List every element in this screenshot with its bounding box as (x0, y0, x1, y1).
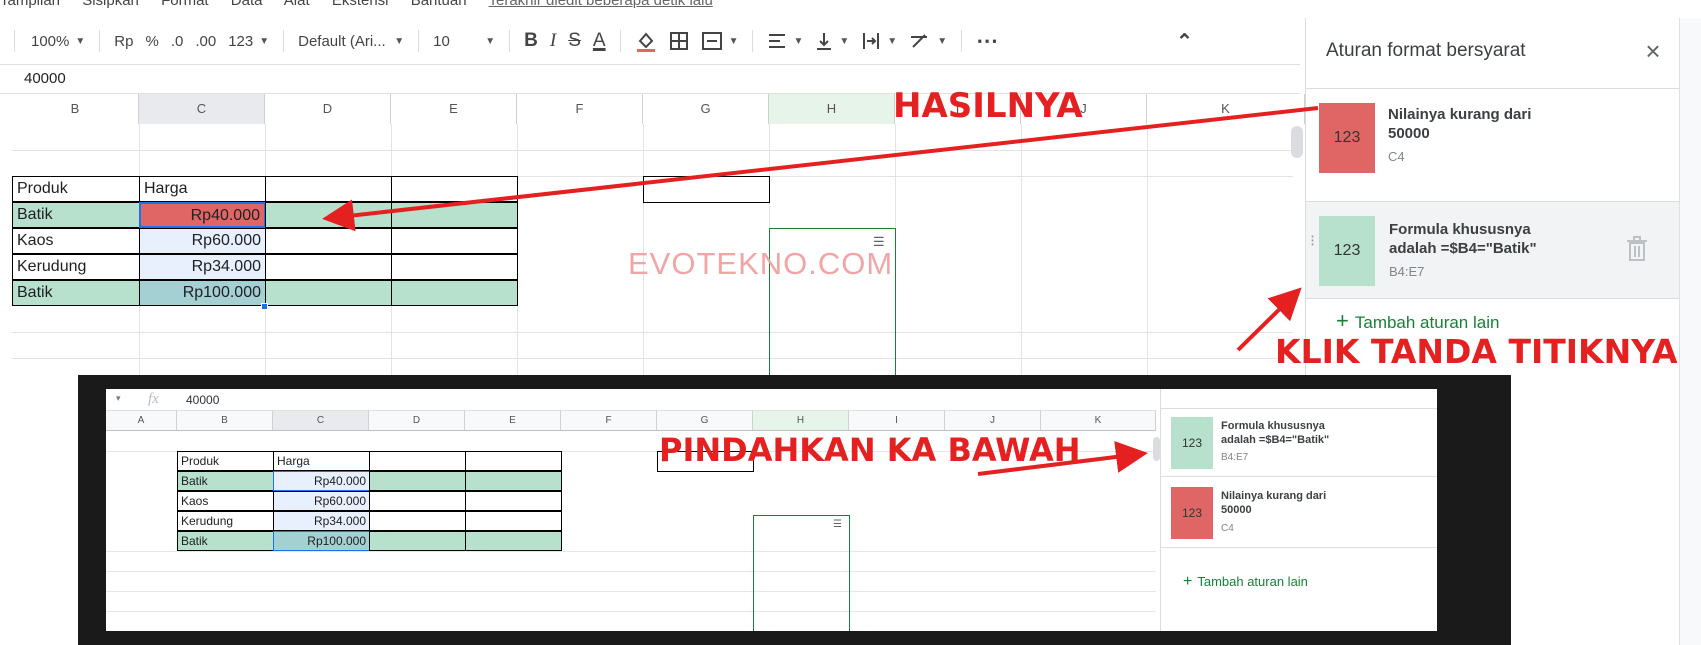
arrow-move-down (977, 441, 1148, 476)
arrow-result (322, 106, 1319, 232)
screenshot: Tampilan Sisipkan Format Data Alat Ekste… (0, 0, 1701, 645)
arrow-click-dots (1236, 287, 1302, 352)
annotation-arrows (322, 106, 1319, 476)
